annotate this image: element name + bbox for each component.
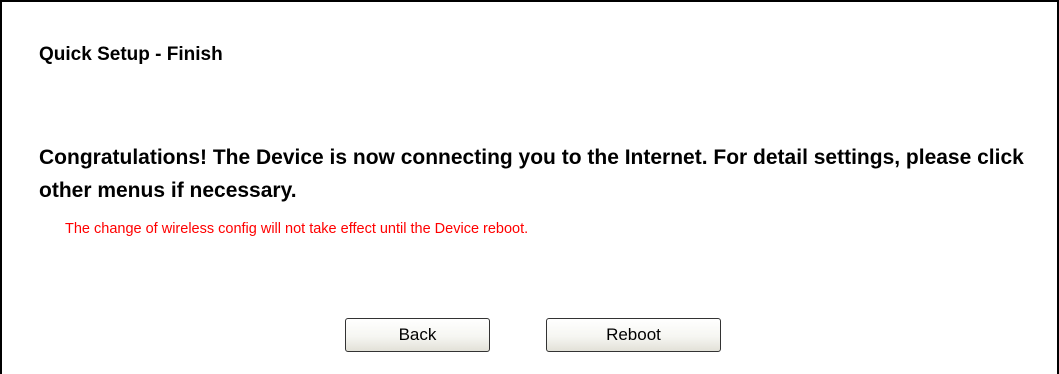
page-title: Quick Setup - Finish [39, 44, 223, 65]
reboot-notice: The change of wireless config will not t… [65, 221, 529, 237]
congratulations-message: Congratulations! The Device is now conne… [39, 146, 1024, 202]
setup-panel: Quick Setup - Finish Congratulations! Th… [0, 0, 1059, 374]
back-button[interactable]: Back [345, 318, 490, 352]
reboot-button[interactable]: Reboot [546, 318, 721, 352]
